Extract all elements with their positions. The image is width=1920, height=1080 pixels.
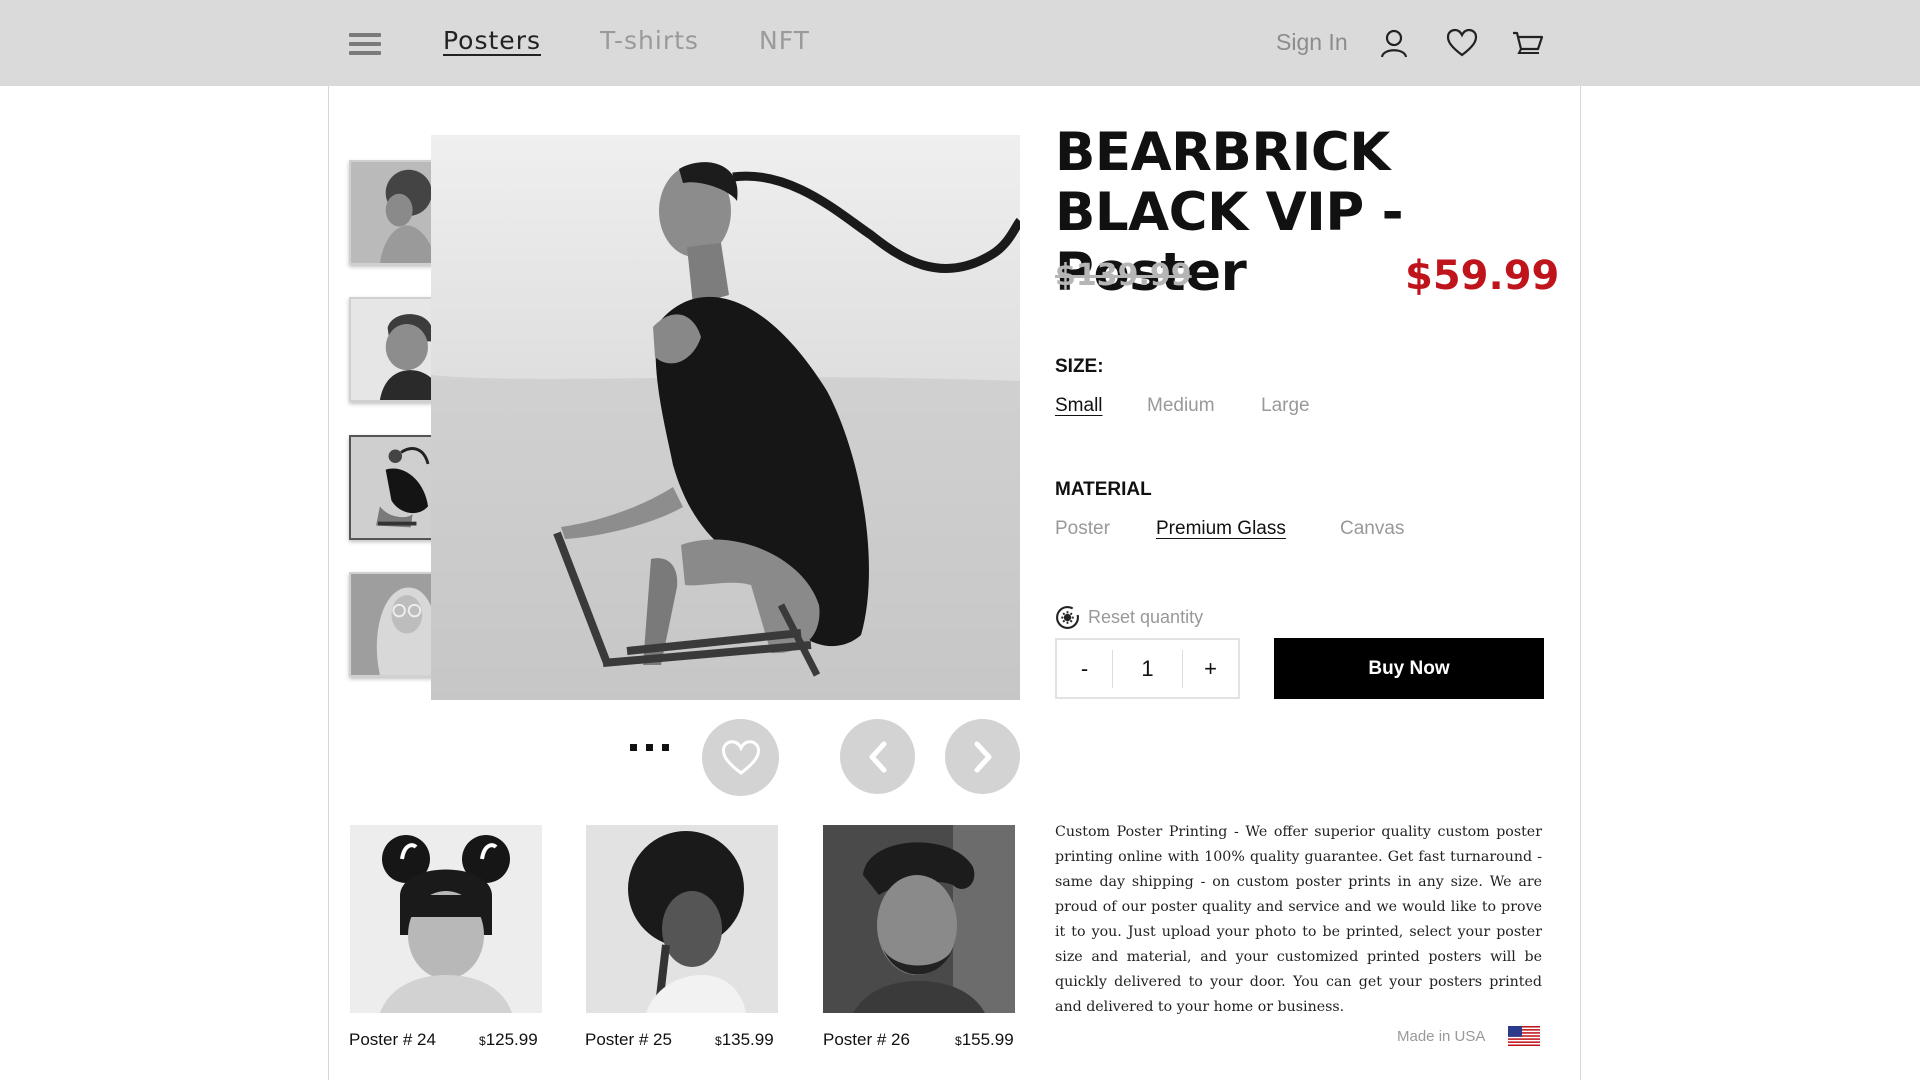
related-poster-25-image[interactable] [586, 825, 778, 1013]
nav-nft[interactable]: NFT [759, 26, 810, 55]
next-image-button[interactable] [945, 719, 1020, 794]
size-option-medium[interactable]: Medium [1147, 395, 1215, 417]
main-product-photo [431, 135, 1020, 700]
size-option-large[interactable]: Large [1261, 395, 1310, 417]
reset-quantity-button[interactable]: Reset quantity [1055, 605, 1203, 630]
top-bar: Posters T-shirts NFT Sign In [0, 0, 1920, 86]
reset-icon [1056, 606, 1079, 629]
sale-price: $59.99 [1405, 253, 1560, 299]
related-poster-26-name[interactable]: Poster # 26 [823, 1030, 910, 1050]
us-flag-icon [1508, 1026, 1540, 1046]
size-label: SIZE: [1055, 356, 1104, 377]
quantity-decrease-button[interactable]: - [1057, 656, 1112, 682]
cart-icon[interactable] [1512, 27, 1544, 59]
favorite-button[interactable] [702, 719, 779, 796]
related-poster-26-price: $155.99 [955, 1030, 1014, 1049]
content-border-left [328, 86, 329, 1080]
user-icon[interactable] [1378, 27, 1410, 59]
related-poster-25-price: $135.99 [715, 1030, 774, 1049]
chevron-left-icon [869, 741, 886, 772]
buy-now-button[interactable]: Buy Now [1274, 638, 1544, 699]
poster-25-photo [586, 825, 778, 1013]
main-product-image[interactable] [431, 135, 1020, 700]
material-option-canvas[interactable]: Canvas [1340, 518, 1404, 540]
nav-tshirts[interactable]: T-shirts [600, 26, 699, 55]
original-price: $139.99 [1055, 258, 1192, 293]
sign-in-link[interactable]: Sign In [1276, 29, 1348, 56]
quantity-increase-button[interactable]: + [1183, 656, 1238, 682]
nav-posters[interactable]: Posters [443, 26, 541, 55]
related-poster-24-image[interactable] [350, 825, 542, 1013]
material-option-poster[interactable]: Poster [1055, 518, 1110, 540]
quantity-input[interactable] [1113, 655, 1182, 682]
material-option-premium-glass[interactable]: Premium Glass [1156, 518, 1286, 540]
previous-image-button[interactable] [840, 719, 915, 794]
content-border-right [1580, 86, 1581, 1080]
heart-icon[interactable] [1446, 27, 1478, 59]
related-poster-24-price: $125.99 [479, 1030, 538, 1049]
made-in-label: Made in USA [1397, 1028, 1486, 1045]
menu-icon[interactable] [349, 33, 381, 55]
related-poster-25-name[interactable]: Poster # 25 [585, 1030, 672, 1050]
heart-icon [721, 739, 760, 775]
chevron-right-icon [974, 741, 991, 772]
more-options-button[interactable] [630, 744, 669, 751]
material-label: MATERIAL [1055, 479, 1152, 500]
reset-quantity-label: Reset quantity [1088, 607, 1204, 627]
product-title-line-1: BEARBRICK [1055, 122, 1390, 183]
poster-24-photo [350, 825, 542, 1013]
quantity-stepper: - + [1055, 638, 1240, 699]
product-description: Custom Poster Printing - We offer superi… [1055, 824, 1542, 1015]
poster-26-photo [823, 825, 1015, 1013]
size-option-small[interactable]: Small [1055, 395, 1103, 417]
related-poster-26-image[interactable] [823, 825, 1015, 1013]
related-poster-24-name[interactable]: Poster # 24 [349, 1030, 436, 1050]
